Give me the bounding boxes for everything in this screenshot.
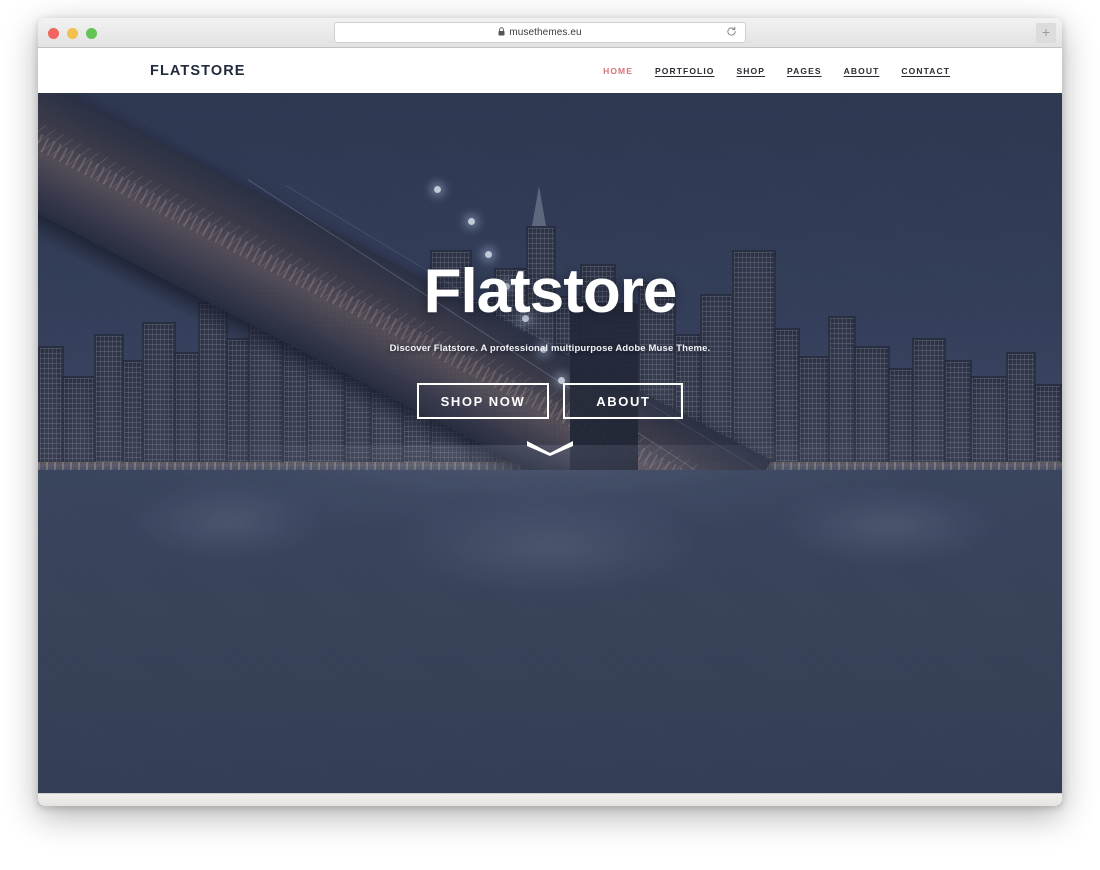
new-tab-button[interactable]: + <box>1036 23 1056 43</box>
hero-subtitle: Discover Flatstore. A professional multi… <box>389 343 711 354</box>
window-bottom-bar <box>38 793 1062 806</box>
address-bar[interactable]: musethemes.eu <box>334 22 746 43</box>
site-logo[interactable]: FLATSTORE <box>150 63 246 79</box>
url-text: musethemes.eu <box>509 27 582 38</box>
nav-item-pages[interactable]: PAGES <box>787 66 822 76</box>
hero-section: Flatstore Discover Flatstore. A professi… <box>38 93 1062 806</box>
nav-item-portfolio[interactable]: PORTFOLIO <box>655 66 714 76</box>
browser-window: musethemes.eu + FLATSTORE HOME PORTFOLIO… <box>38 18 1062 806</box>
reload-icon[interactable] <box>726 26 737 40</box>
hero-cta-group: SHOP NOW ABOUT <box>38 383 1062 419</box>
zoom-window-button[interactable] <box>86 28 97 39</box>
about-button[interactable]: ABOUT <box>563 383 684 419</box>
nav-item-contact[interactable]: CONTACT <box>901 66 950 76</box>
hero-title: Flatstore <box>423 257 678 326</box>
chevron-down-icon[interactable] <box>527 441 573 456</box>
browser-toolbar: musethemes.eu + <box>38 18 1062 48</box>
nav-item-about[interactable]: ABOUT <box>844 66 880 76</box>
nav-item-shop[interactable]: SHOP <box>737 66 766 76</box>
site-navbar: FLATSTORE HOME PORTFOLIO SHOP PAGES ABOU… <box>38 48 1062 93</box>
page-viewport: FLATSTORE HOME PORTFOLIO SHOP PAGES ABOU… <box>38 48 1062 806</box>
minimize-window-button[interactable] <box>67 28 78 39</box>
window-controls <box>48 28 97 39</box>
shop-now-button[interactable]: SHOP NOW <box>416 383 550 419</box>
close-window-button[interactable] <box>48 28 59 39</box>
lock-icon <box>498 27 505 38</box>
hero-content: Flatstore Discover Flatstore. A professi… <box>38 261 1062 456</box>
nav-item-home[interactable]: HOME <box>603 66 633 76</box>
main-navigation: HOME PORTFOLIO SHOP PAGES ABOUT CONTACT <box>603 66 950 76</box>
url-group: musethemes.eu <box>498 27 582 38</box>
